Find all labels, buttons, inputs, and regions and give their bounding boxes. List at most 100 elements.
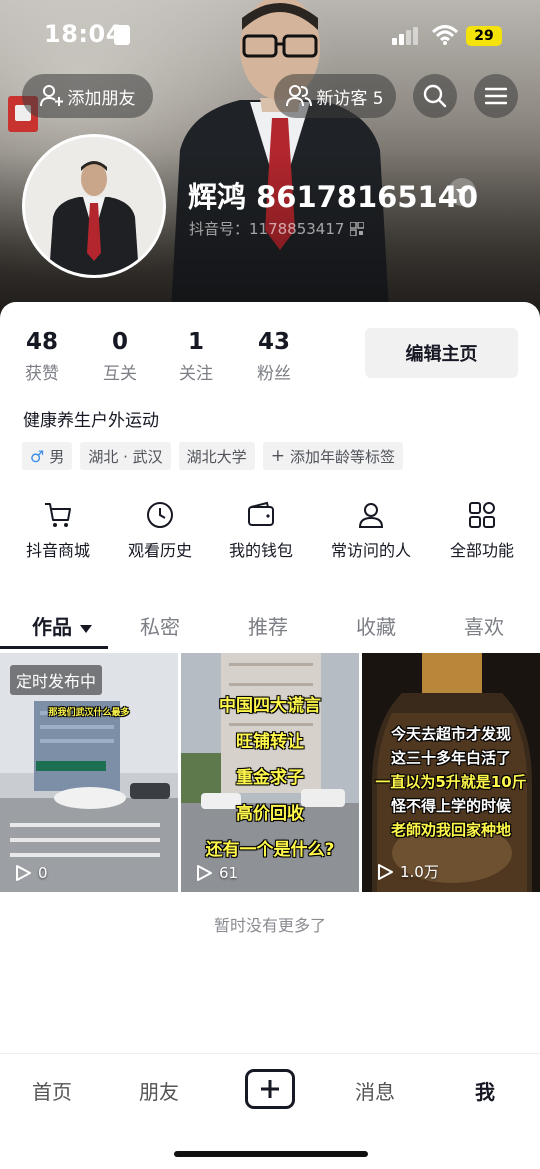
video-grid: 定时发布中 那我们武汉什么最多 0 中国四大谎言 旺铺转让 重金求子 高价回收 … <box>0 653 540 892</box>
nav-friends[interactable]: 朋友 <box>139 1076 179 1105</box>
add-friend-button[interactable]: 添加朋友 <box>22 74 153 118</box>
play-count-value: 61 <box>219 864 239 882</box>
male-icon: ♂ <box>30 446 45 466</box>
play-count-value: 0 <box>38 864 48 882</box>
person-icon <box>358 503 384 528</box>
func-frequent-visitors-label: 常访问的人 <box>330 541 411 560</box>
nav-home[interactable]: 首页 <box>32 1076 72 1105</box>
content-tabs: 作品 私密 推荐 收藏 喜欢 <box>0 603 540 647</box>
stat-followers-label: 粉丝 <box>257 364 291 384</box>
new-visitors-button[interactable]: 新访客 5 <box>274 74 396 118</box>
tab-recommended[interactable]: 推荐 <box>248 611 288 640</box>
stat-mutual-count: 0 <box>111 329 128 355</box>
signal-icon <box>392 27 418 45</box>
video-card[interactable]: 定时发布中 那我们武汉什么最多 0 <box>0 653 178 892</box>
stat-following[interactable]: 1 关注 <box>176 328 216 384</box>
video-caption-line: 怪不得上学的时候 <box>390 797 511 815</box>
home-indicator <box>174 1151 368 1157</box>
video-caption-line: 中国四大谎言 <box>219 696 321 716</box>
scheduled-badge: 定时发布中 <box>10 665 103 695</box>
hamburger-icon <box>485 87 507 105</box>
school-tag[interactable]: 湖北大学 <box>178 442 255 470</box>
tab-likes[interactable]: 喜欢 <box>464 611 504 640</box>
search-icon <box>423 84 447 108</box>
search-button[interactable] <box>413 74 457 118</box>
status-bar: 18:04 29 <box>0 0 540 70</box>
tab-works[interactable]: 作品 <box>32 611 92 640</box>
stat-likes-count: 48 <box>25 329 58 355</box>
function-shortcuts: 抖音商城 观看历史 我的钱包 常访问的人 全部功能 <box>0 497 540 567</box>
sim-icon <box>114 25 130 45</box>
add-tags-label: 添加年龄等标签 <box>289 447 395 466</box>
stat-likes-label: 获赞 <box>25 364 59 384</box>
add-user-icon <box>39 85 63 107</box>
tab-private[interactable]: 私密 <box>140 611 180 640</box>
video-caption-line: 今天去超市才发现 <box>390 725 511 743</box>
func-all-label: 全部功能 <box>449 541 514 560</box>
func-mall[interactable]: 抖音商城 <box>8 497 108 561</box>
tab-favorites[interactable]: 收藏 <box>356 611 396 640</box>
create-button[interactable] <box>245 1069 295 1109</box>
nav-messages[interactable]: 消息 <box>355 1076 395 1105</box>
func-history[interactable]: 观看历史 <box>110 497 210 561</box>
play-count: 0 <box>14 864 48 882</box>
wifi-icon <box>432 25 458 45</box>
video-caption-line: 还有一个是什么? <box>205 840 335 860</box>
clock-icon <box>147 502 173 528</box>
switch-account-button[interactable] <box>448 178 476 206</box>
menu-button[interactable] <box>474 74 518 118</box>
douyin-id-text: 抖音号：1178853417 <box>189 220 345 238</box>
func-wallet-label: 我的钱包 <box>228 541 293 560</box>
battery-indicator: 29 <box>466 26 502 46</box>
video-card[interactable]: 今天去超市才发现 这三十多年白活了 一直以为5升就是10斤 怪不得上学的时候 老… <box>362 653 540 892</box>
location-tag[interactable]: 湖北 · 武汉 <box>80 442 171 470</box>
stat-following-count: 1 <box>187 329 204 355</box>
add-tags-button[interactable]: + 添加年龄等标签 <box>262 442 403 470</box>
video-card[interactable]: 中国四大谎言 旺铺转让 重金求子 高价回收 还有一个是什么? 61 <box>181 653 359 892</box>
qrcode-icon <box>350 221 365 236</box>
cart-icon <box>45 503 71 527</box>
stat-mutual-label: 互关 <box>103 364 137 384</box>
wallet-icon <box>248 501 274 526</box>
play-count: 1.0万 <box>376 861 439 882</box>
gender-tag-label: 男 <box>49 447 65 466</box>
func-frequent-visitors[interactable]: 常访问的人 <box>321 497 421 561</box>
play-count: 61 <box>195 864 238 882</box>
add-friend-label: 添加朋友 <box>67 88 136 109</box>
new-visitors-label: 新访客 5 <box>316 88 384 109</box>
tab-works-label: 作品 <box>32 615 72 639</box>
stat-mutual[interactable]: 0 互关 <box>100 328 140 384</box>
video-caption-line: 重金求子 <box>236 768 304 788</box>
video-caption-line: 老師劝我回家种地 <box>390 821 511 839</box>
nav-me[interactable]: 我 <box>475 1076 495 1105</box>
play-count-value: 1.0万 <box>400 863 439 881</box>
func-history-label: 观看历史 <box>127 541 192 560</box>
grid-icon <box>469 502 495 528</box>
video-caption-line: 旺铺转让 <box>236 732 304 752</box>
stat-followers[interactable]: 43 粉丝 <box>254 328 294 384</box>
edit-profile-button[interactable]: 编辑主页 <box>365 328 518 378</box>
avatar-person-image <box>25 137 163 275</box>
play-icon <box>16 865 31 881</box>
avatar[interactable] <box>22 134 166 278</box>
func-wallet[interactable]: 我的钱包 <box>211 497 311 561</box>
video-caption-line: 这三十多年白活了 <box>390 749 511 767</box>
profile-name: 辉鸿 86178165140 <box>188 180 479 214</box>
visitors-icon <box>286 85 313 107</box>
stat-following-label: 关注 <box>179 364 213 384</box>
plus-icon: + <box>270 446 285 466</box>
video-caption-line: 一直以为5升就是10斤 <box>375 773 527 791</box>
chevron-down-icon <box>80 624 92 633</box>
plus-icon <box>261 1080 279 1098</box>
no-more-text: 暂时没有更多了 <box>213 916 326 935</box>
tab-indicator <box>0 646 108 649</box>
video-caption-line: 高价回收 <box>236 804 304 824</box>
func-all[interactable]: 全部功能 <box>432 497 532 561</box>
stat-likes[interactable]: 48 获赞 <box>22 328 62 384</box>
douyin-id[interactable]: 抖音号：1178853417 <box>189 218 365 239</box>
gender-tag[interactable]: ♂ 男 <box>22 442 73 470</box>
status-time: 18:04 <box>44 20 123 48</box>
profile-tags: ♂ 男 湖北 · 武汉 湖北大学 + 添加年龄等标签 <box>22 442 403 470</box>
play-icon <box>197 865 212 881</box>
video-caption: 那我们武汉什么最多 <box>48 708 130 718</box>
